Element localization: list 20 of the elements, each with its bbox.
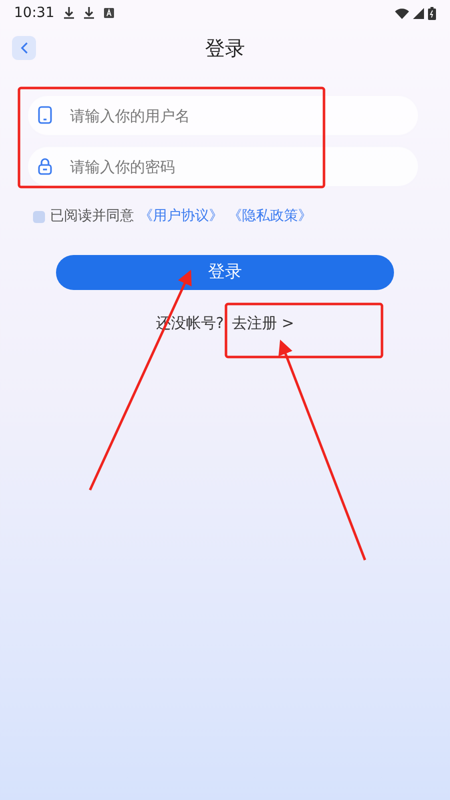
- login-button[interactable]: 登录: [56, 255, 394, 290]
- agreement-text: 已阅读并同意: [50, 207, 134, 226]
- status-time: 10:31: [14, 4, 54, 22]
- signal-icon: [413, 8, 424, 18]
- policy-link[interactable]: 《隐私政策》: [228, 206, 312, 227]
- agreement-checkbox[interactable]: [33, 210, 45, 222]
- lock-icon: [38, 157, 52, 175]
- phone-icon: [38, 106, 52, 124]
- register-link[interactable]: 去注册 >: [232, 312, 294, 334]
- page-title: 登录: [205, 35, 245, 62]
- input-field[interactable]: 请输入你的用户名: [28, 96, 418, 135]
- download-icon: [84, 7, 94, 19]
- policy-link[interactable]: 《用户协议》: [139, 206, 223, 227]
- back-icon: [20, 42, 28, 54]
- wifi-icon: [395, 8, 409, 18]
- notification-icon: [104, 8, 114, 18]
- back-button[interactable]: [12, 36, 36, 60]
- input-field[interactable]: 请输入你的密码: [28, 147, 418, 186]
- battery-icon: [428, 6, 436, 20]
- download-icon: [64, 7, 74, 19]
